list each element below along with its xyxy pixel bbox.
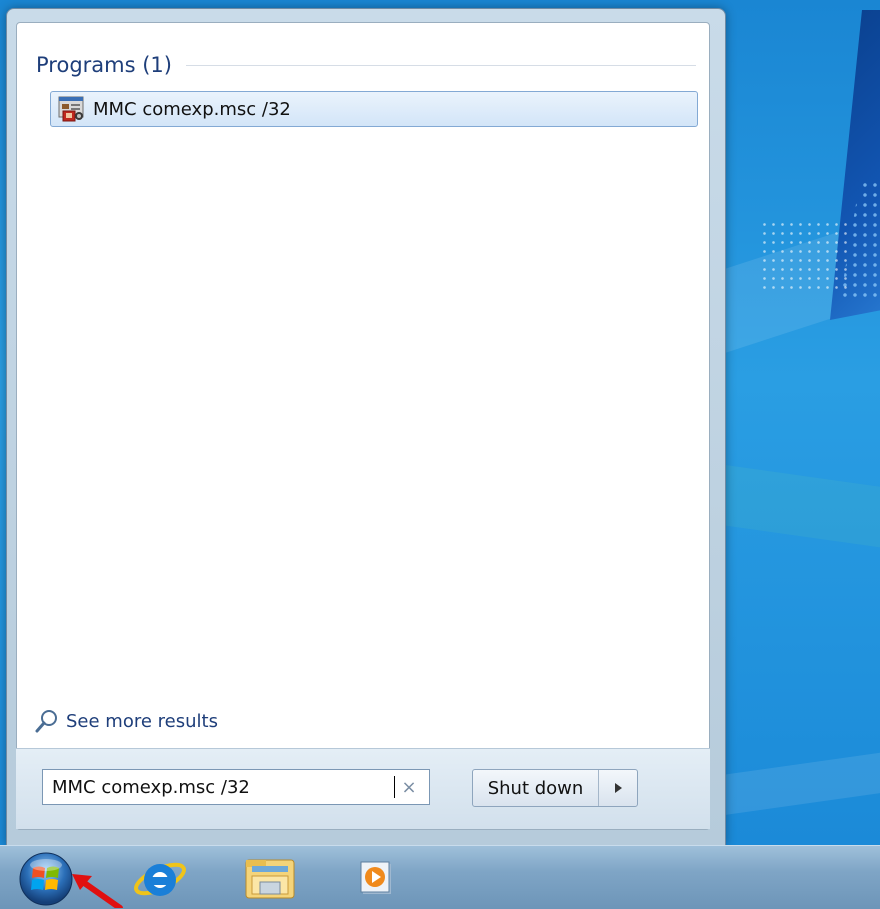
programs-section-header: Programs (1): [36, 50, 696, 80]
shutdown-button[interactable]: Shut down: [473, 770, 599, 806]
section-title: Programs (1): [36, 53, 172, 77]
search-result-label: MMC comexp.msc /32: [93, 98, 291, 120]
taskbar: [0, 845, 880, 909]
taskbar-media-player[interactable]: [346, 850, 410, 908]
shutdown-button-group: Shut down: [472, 769, 638, 807]
search-icon: [35, 710, 57, 733]
clear-search-icon[interactable]: ×: [395, 773, 423, 801]
start-search-input[interactable]: [43, 771, 396, 803]
annotation-arrow-icon: [72, 874, 123, 908]
mmc-console-icon: [58, 96, 84, 122]
start-search-box[interactable]: ×: [42, 769, 430, 805]
taskbar-windows-explorer[interactable]: [238, 850, 302, 908]
see-more-results-label: See more results: [66, 710, 218, 732]
windows-explorer-icon: [245, 859, 295, 899]
chevron-right-icon: [615, 783, 622, 793]
shutdown-options-button[interactable]: [599, 770, 637, 806]
taskbar-internet-explorer[interactable]: [128, 850, 192, 908]
internet-explorer-icon: [134, 862, 186, 896]
wallpaper-sparkles: [760, 220, 850, 290]
see-more-results-link[interactable]: See more results: [34, 706, 218, 736]
search-result-item[interactable]: MMC comexp.msc /32: [50, 91, 698, 127]
media-player-icon: [360, 861, 391, 894]
section-divider: [185, 64, 696, 66]
